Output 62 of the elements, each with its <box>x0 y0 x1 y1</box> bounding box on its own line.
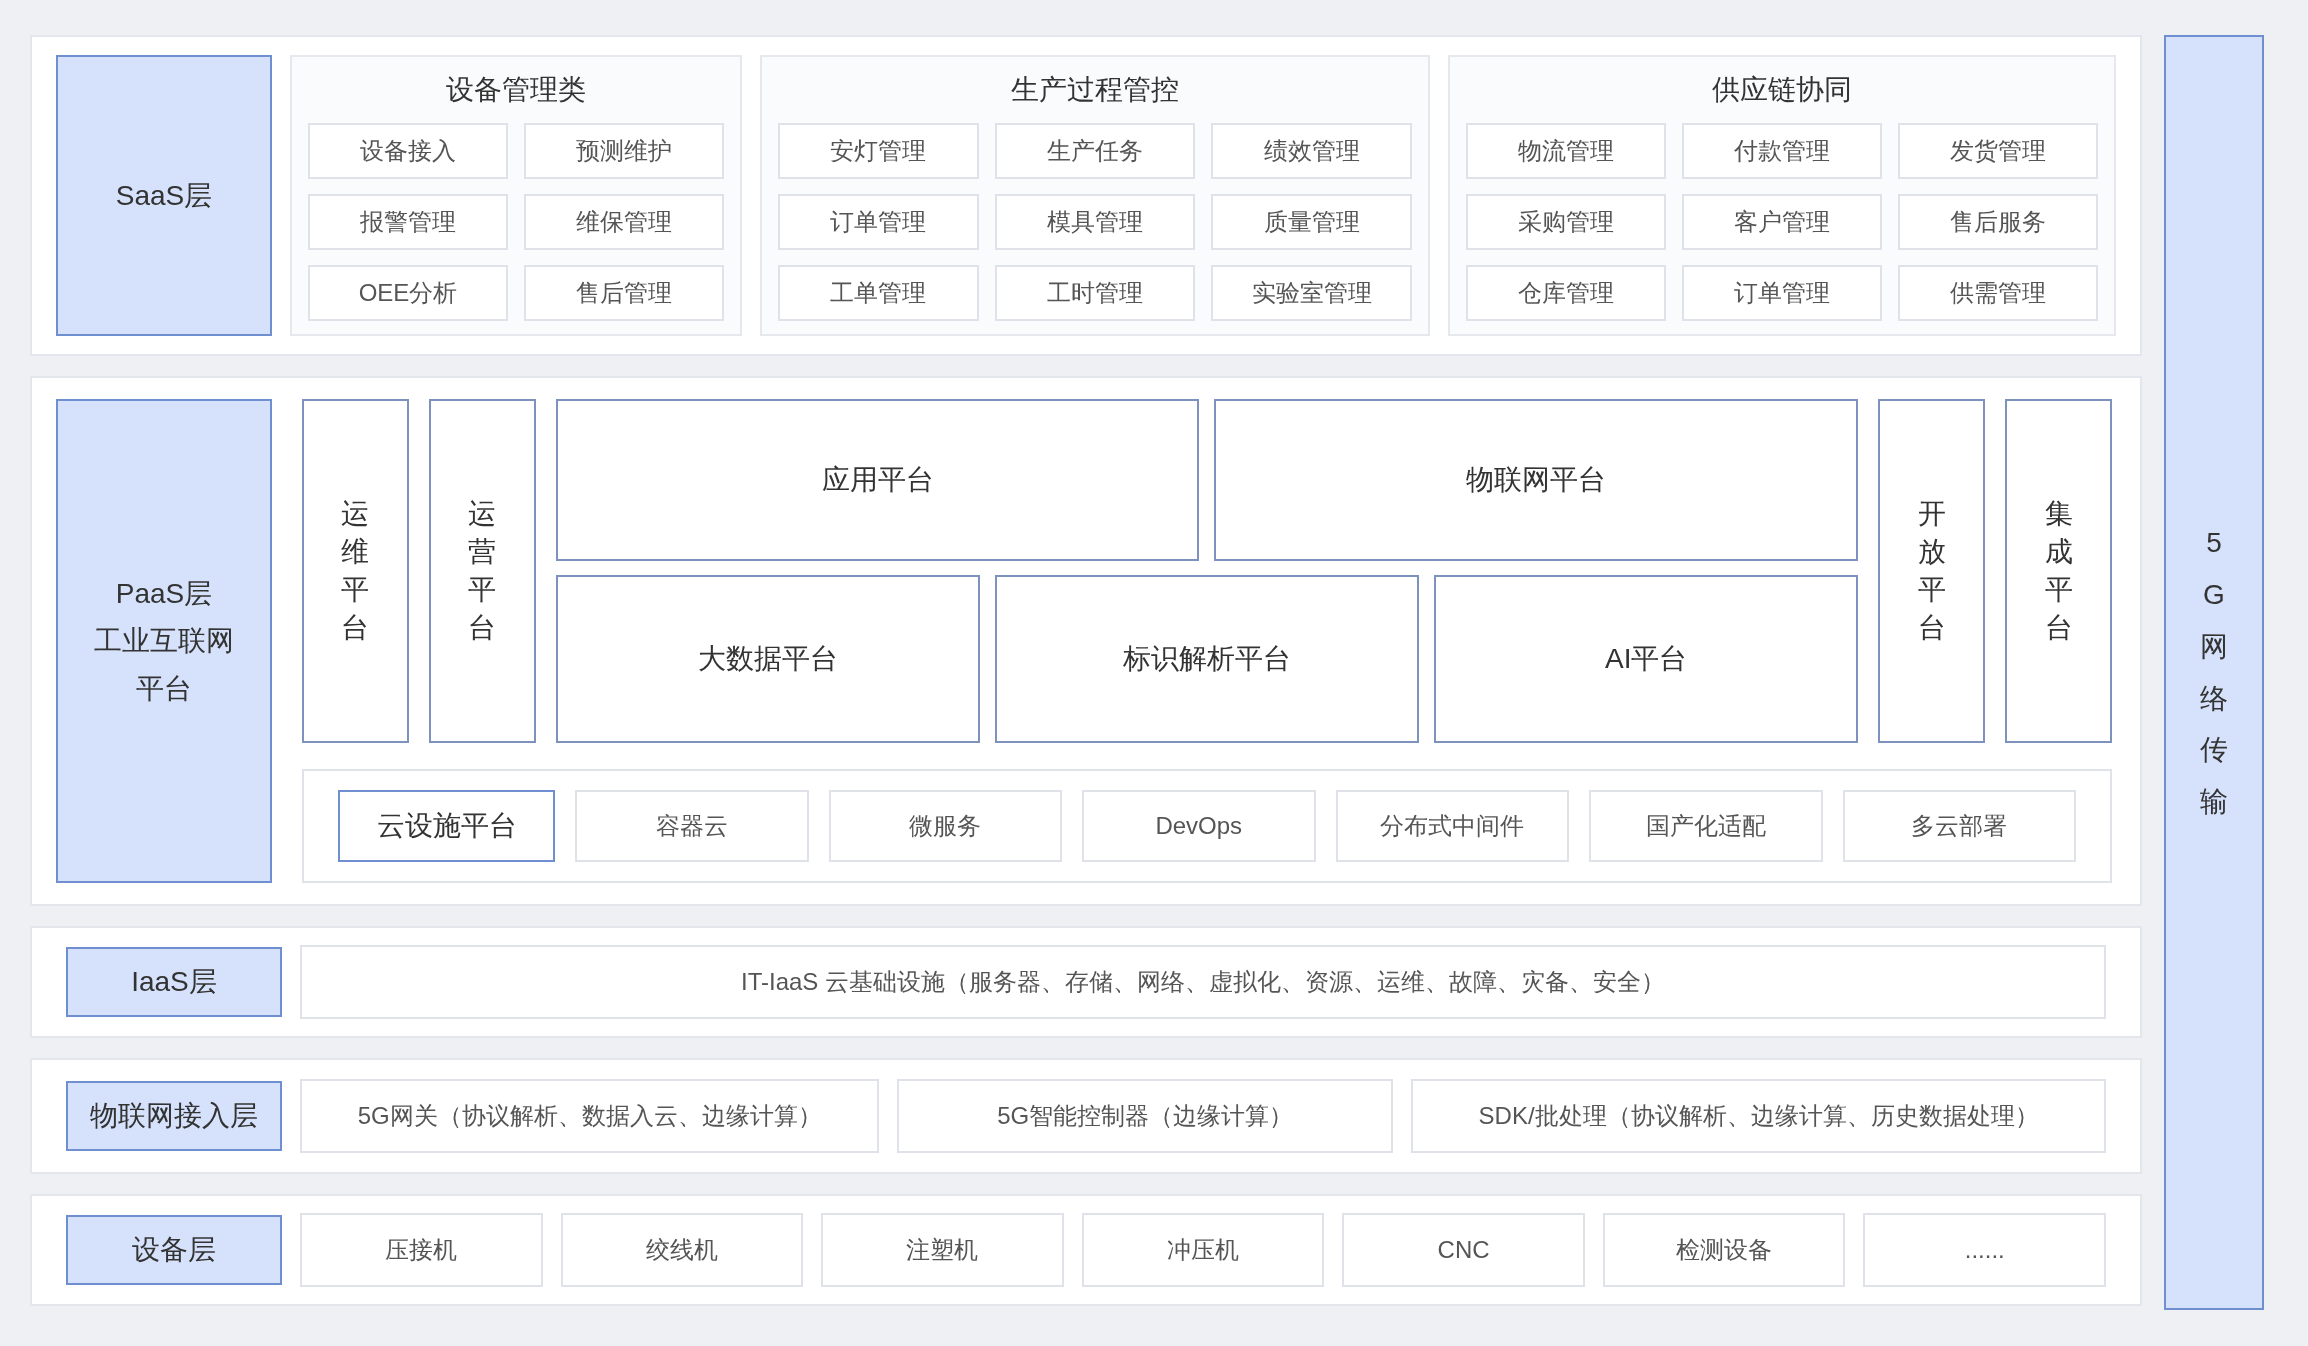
module-item: 订单管理 <box>1682 265 1882 321</box>
platform-box: 大数据平台 <box>555 575 980 743</box>
layer-label: 设备层 <box>66 1215 282 1285</box>
module-item: 报警管理 <box>308 194 508 250</box>
module-item: 付款管理 <box>1682 123 1882 179</box>
layer-label: 工业互联网 <box>94 624 234 658</box>
module-item: 多云部署 <box>1842 790 2076 862</box>
module-item: 物流管理 <box>1466 123 1666 179</box>
module-item: 5G网关（协议解析、数据入云、边缘计算） <box>300 1079 880 1153</box>
layer-label: PaaS层 <box>115 576 213 611</box>
module-item: 客户管理 <box>1682 194 1882 250</box>
module-item: 维保管理 <box>524 194 724 250</box>
group-title: 供应链协同 <box>1712 73 1852 107</box>
module-item: SDK/批处理（协议解析、边缘计算、历史数据处理） <box>1411 1079 2106 1153</box>
module-item: 分布式中间件 <box>1335 790 1569 862</box>
module-item: 售后服务 <box>1898 194 2098 250</box>
module-item: 安灯管理 <box>778 123 979 179</box>
module-item: 质量管理 <box>1211 194 1412 250</box>
device-item: CNC <box>1342 1213 1585 1287</box>
device-item: 绞线机 <box>560 1213 804 1287</box>
module-item: 实验室管理 <box>1211 265 1412 321</box>
group-title: 生产过程管控 <box>1011 73 1179 107</box>
module-item: 供需管理 <box>1898 265 2098 321</box>
module-item: OEE分析 <box>308 265 508 321</box>
device-item: ...... <box>1863 1213 2107 1287</box>
module-item: 订单管理 <box>778 194 979 250</box>
module-item: 工时管理 <box>994 265 1196 321</box>
platform-box: AI平台 <box>1434 575 1859 743</box>
device-item: 注塑机 <box>821 1213 1064 1287</box>
device-item: 压接机 <box>300 1213 543 1287</box>
module-item: 售后管理 <box>524 265 724 321</box>
module-item: 国产化适配 <box>1589 790 1823 862</box>
module-item: DevOps <box>1082 790 1316 862</box>
device-item: 冲压机 <box>1081 1213 1325 1287</box>
module-item: 发货管理 <box>1898 123 2098 179</box>
module-item: 绩效管理 <box>1211 123 1412 179</box>
module-item: 模具管理 <box>994 194 1196 250</box>
module-item: 容器云 <box>575 790 809 862</box>
layer-label: SaaS层 <box>56 55 272 336</box>
platform-box: 应用平台 <box>555 399 1200 561</box>
module-item: 生产任务 <box>994 123 1196 179</box>
layer-label: IaaS层 <box>66 947 282 1017</box>
platform-label: 开放平台 <box>1917 497 1946 645</box>
module-item: 设备接入 <box>308 123 508 179</box>
module-item: 工单管理 <box>778 265 979 321</box>
platform-box: 物联网平台 <box>1214 399 1859 561</box>
platform-label: 运维平台 <box>341 497 370 645</box>
infrastructure-item: IT-IaaS 云基础设施（服务器、存储、网络、虚拟化、资源、运维、故障、灾备、安全） <box>300 945 2106 1019</box>
module-item: 采购管理 <box>1466 194 1666 250</box>
layer-label: 物联网接入层 <box>66 1081 282 1151</box>
layer-label: 平台 <box>136 671 192 706</box>
module-item: 仓库管理 <box>1466 265 1666 321</box>
network-layer-label: 5G网络传输 <box>2164 35 2264 1310</box>
platform-label: 集成平台 <box>2044 497 2073 645</box>
module-item: 预测维护 <box>524 123 724 179</box>
device-item: 检测设备 <box>1602 1213 1846 1287</box>
group-title: 设备管理类 <box>446 73 586 107</box>
module-item: 微服务 <box>828 790 1062 862</box>
platform-label: 运营平台 <box>468 497 497 645</box>
platform-box: 标识解析平台 <box>994 575 1420 743</box>
cloud-title: 云设施平台 <box>338 790 555 862</box>
module-item: 5G智能控制器（边缘计算） <box>897 1079 1394 1153</box>
